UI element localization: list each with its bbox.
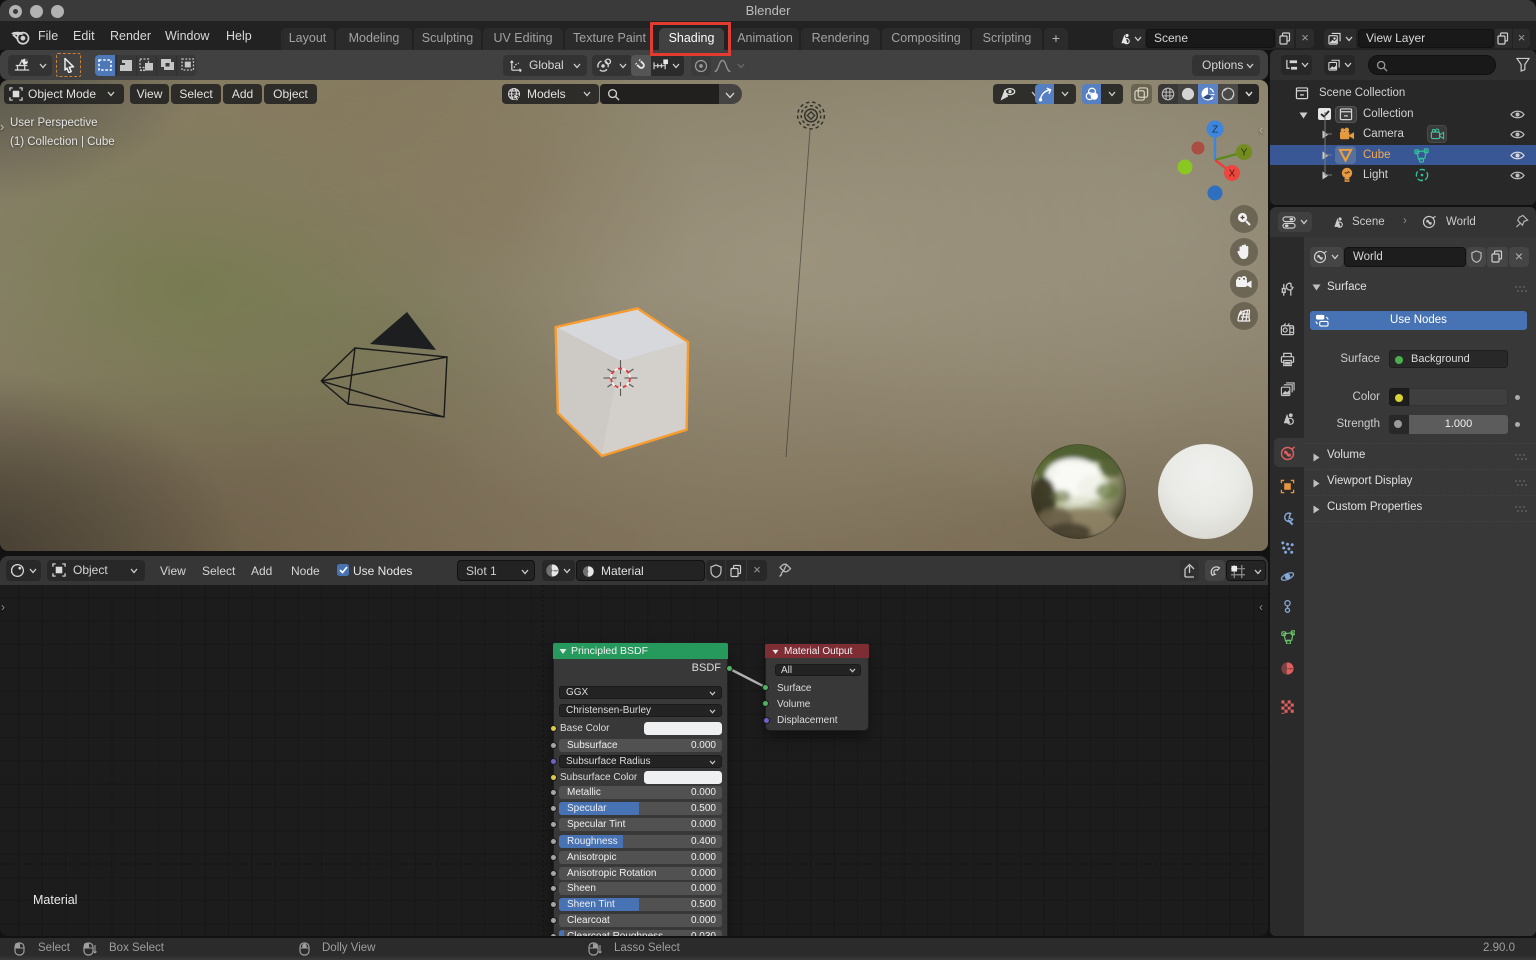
svg-text:Y: Y (1241, 148, 1248, 159)
svg-text:X: X (1229, 169, 1236, 180)
svg-text:Z: Z (1212, 125, 1218, 136)
